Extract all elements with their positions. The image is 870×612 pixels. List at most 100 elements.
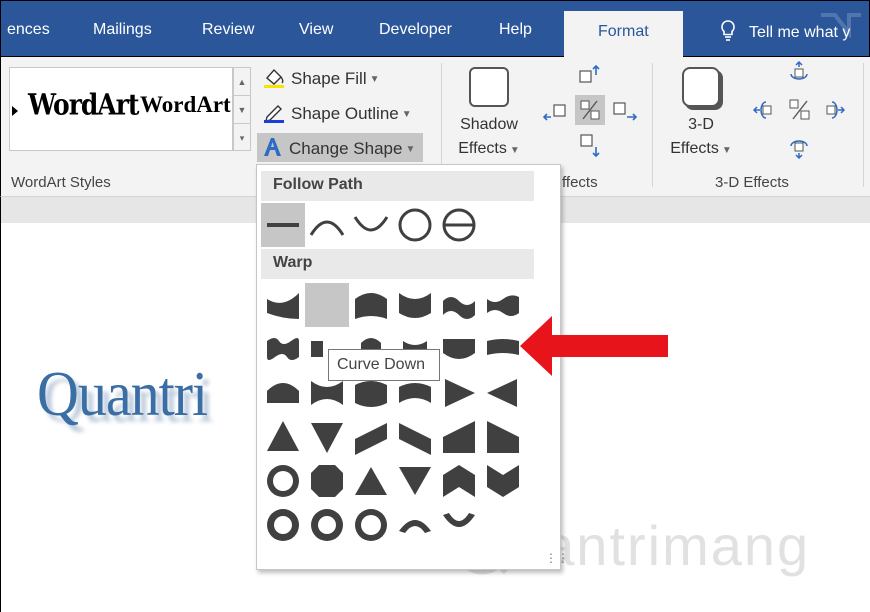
- wordart-styles-gallery[interactable]: WordArt WordArt: [9, 67, 233, 151]
- warp-arch-down-path: [399, 293, 431, 318]
- resize-grip-icon[interactable]: ⋮⋮: [545, 552, 569, 564]
- tilt-left-icon[interactable]: [753, 97, 779, 123]
- gallery-left-marker: [12, 106, 18, 116]
- warp-triangle-up-curve-path: [267, 293, 299, 319]
- wordart-text[interactable]: Quantri: [37, 357, 208, 431]
- tab-format[interactable]: Format: [564, 11, 683, 59]
- tilt-up-icon[interactable]: [786, 61, 812, 87]
- shape-outline-button[interactable]: Shape Outline ▼: [263, 101, 412, 124]
- warp-slant-up-icon[interactable]: [355, 423, 387, 455]
- warp-triangle-up-path: [267, 421, 299, 451]
- shape-fill-button[interactable]: Shape Fill ▼: [263, 66, 380, 89]
- warp-can-down-icon[interactable]: [487, 339, 519, 355]
- nudge-shadow-right-icon[interactable]: [609, 99, 639, 125]
- warp-shapes-grid: [267, 291, 519, 541]
- chevron-down-icon: ▼: [721, 145, 732, 156]
- 3d-on-off-icon[interactable]: [787, 97, 813, 123]
- chevron-down-icon: ▼: [405, 144, 416, 155]
- shape-button[interactable]: [437, 203, 481, 247]
- circle-icon: [398, 208, 432, 242]
- tilt-right-icon[interactable]: [819, 97, 845, 123]
- line-shape-icon: [267, 223, 299, 227]
- warp-wave-2-icon[interactable]: [487, 295, 519, 316]
- warp-arch-up-path: [355, 293, 387, 319]
- warp-inflate-path: [267, 383, 299, 403]
- gallery-up-icon[interactable]: ▲: [234, 68, 250, 96]
- chevron-down-icon: ▼: [369, 74, 380, 85]
- watermark-corner-icon: [821, 13, 861, 39]
- warp-arch-small-icon[interactable]: [399, 520, 431, 533]
- red-arrow-annotation: [520, 316, 668, 376]
- group-separator: [652, 63, 653, 187]
- warp-triangle-down-2-path: [399, 467, 431, 495]
- tab-references[interactable]: ences: [7, 21, 50, 39]
- warp-triangle-up-icon[interactable]: [267, 421, 299, 451]
- warp-double-wave-2-icon[interactable]: [311, 341, 323, 357]
- warp-triangle-up-curve-icon[interactable]: [267, 293, 299, 319]
- tab-review[interactable]: Review: [202, 21, 254, 39]
- gallery-more-icon[interactable]: ▾: [234, 124, 250, 152]
- warp-octagon-icon[interactable]: [311, 465, 343, 497]
- shape-circle[interactable]: [393, 203, 437, 247]
- wordart-style-2[interactable]: WordArt: [140, 92, 231, 118]
- warp-triangle-down-path: [311, 423, 343, 453]
- tab-developer[interactable]: Developer: [379, 21, 452, 39]
- warp-circle-pour-2-icon[interactable]: [311, 509, 343, 541]
- warp-chevron-up-icon[interactable]: [443, 465, 475, 497]
- warp-ring-icon[interactable]: [355, 509, 387, 541]
- change-shape-button[interactable]: Change Shape ▼: [257, 133, 424, 162]
- warp-deflate-bottom-path: [399, 383, 431, 403]
- warp-deflate-bottom-icon[interactable]: [399, 383, 431, 403]
- warp-inflate-icon[interactable]: [267, 383, 299, 403]
- warp-triangle-down-icon[interactable]: [311, 423, 343, 453]
- shape-arch-down[interactable]: [349, 203, 393, 247]
- warp-triangle-up-2-icon[interactable]: [355, 467, 387, 495]
- group-separator: [863, 63, 864, 187]
- warp-curve-down-highlight[interactable]: [305, 283, 349, 327]
- nudge-shadow-left-icon[interactable]: [542, 99, 572, 125]
- warp-chevron-down-icon[interactable]: [487, 465, 519, 497]
- warp-chevron-right-icon[interactable]: [445, 379, 475, 407]
- warp-button-pour-icon[interactable]: [267, 465, 299, 497]
- gallery-down-icon[interactable]: ▼: [234, 96, 250, 124]
- warp-slant-up-path: [355, 423, 387, 455]
- warp-double-wave-1-icon[interactable]: [267, 338, 299, 360]
- tab-view[interactable]: View: [299, 21, 333, 39]
- warp-button-pour-path: [267, 465, 299, 497]
- warp-chevron-left-icon[interactable]: [487, 379, 517, 407]
- warp-header: Warp: [261, 249, 534, 279]
- shape-no-transform[interactable]: [261, 203, 305, 247]
- warp-arch-small-down-icon[interactable]: [443, 513, 475, 527]
- gallery-scroll[interactable]: ▲ ▼ ▾: [233, 67, 251, 151]
- warp-slant-down-icon[interactable]: [399, 423, 431, 455]
- 3d-effects-group-label: 3-D Effects: [715, 174, 789, 191]
- warp-can-up-icon[interactable]: [443, 339, 475, 359]
- 3d-effects-button[interactable]: 3-D Effects ▼: [665, 67, 737, 163]
- tab-help[interactable]: Help: [499, 21, 532, 39]
- shape-arch[interactable]: [305, 203, 349, 247]
- warp-fade-left-icon[interactable]: [487, 421, 519, 453]
- tab-mailings[interactable]: Mailings: [93, 21, 152, 39]
- warp-deflate-icon[interactable]: [311, 381, 343, 405]
- warp-arch-up-icon[interactable]: [355, 293, 387, 319]
- warp-inflate-bottom-path: [355, 381, 387, 407]
- nudge-shadow-up-icon[interactable]: [576, 63, 604, 87]
- warp-fade-left-path: [487, 421, 519, 453]
- warp-chevron-down-path: [487, 465, 519, 497]
- warp-triangle-up-2-path: [355, 467, 387, 495]
- arch-up-icon: [309, 220, 345, 236]
- warp-fade-right-icon[interactable]: [443, 421, 475, 453]
- shadow-on-off-icon[interactable]: [575, 95, 605, 125]
- tilt-down-icon[interactable]: [786, 133, 812, 159]
- shadow-effects-group-label: ffects: [562, 174, 598, 191]
- wordart-style-1[interactable]: WordArt: [28, 88, 139, 121]
- warp-chevron-left-path: [487, 379, 517, 407]
- warp-triangle-down-2-icon[interactable]: [399, 467, 431, 495]
- shadow-effects-button[interactable]: Shadow Effects ▼: [453, 67, 525, 163]
- warp-circle-pour-1-icon[interactable]: [267, 509, 299, 541]
- warp-double-wave-1-path: [267, 338, 299, 360]
- nudge-shadow-down-icon[interactable]: [577, 131, 603, 159]
- warp-inflate-bottom-icon[interactable]: [355, 381, 387, 407]
- warp-arch-down-icon[interactable]: [399, 293, 431, 318]
- warp-wave-1-icon[interactable]: [443, 297, 475, 319]
